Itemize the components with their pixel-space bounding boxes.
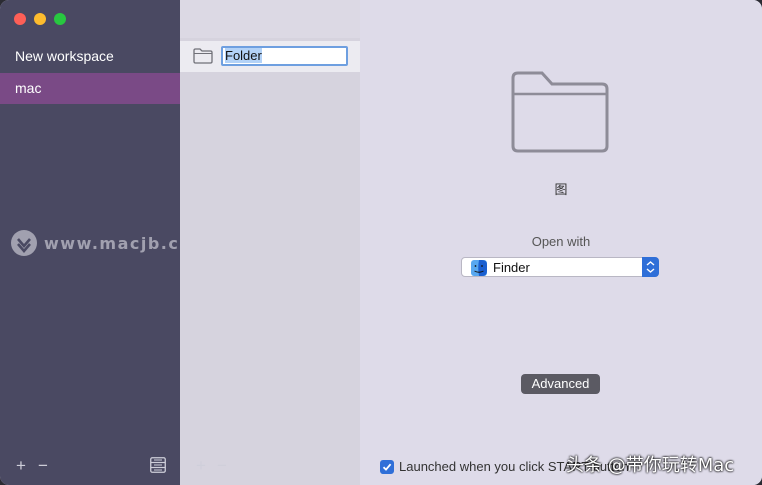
advanced-button[interactable]: Advanced: [521, 374, 600, 394]
plus-icon[interactable]: +: [16, 457, 26, 475]
watermark-logo-icon: [11, 230, 37, 256]
minimize-button[interactable]: [34, 13, 46, 25]
workspace-sidebar: New workspace mac + − www.macjb.com: [0, 0, 209, 485]
sidebar-toolbar: + −: [14, 457, 166, 475]
minus-icon[interactable]: −: [217, 457, 227, 475]
sidebar-item-new-workspace[interactable]: New workspace: [0, 41, 180, 72]
chevron-updown-icon[interactable]: [642, 257, 659, 277]
social-watermark: 头条 @带你玩转Mac: [566, 455, 735, 476]
folder-name-text: Folder: [225, 48, 262, 63]
list-icon[interactable]: [150, 457, 166, 478]
folder-name-field[interactable]: Folder: [221, 46, 348, 66]
list-header: [180, 0, 360, 38]
app-name: Finder: [493, 260, 530, 275]
detail-panel: 图 Open with Finder Advanced Launched whe…: [360, 0, 762, 485]
launch-checkbox[interactable]: [380, 459, 394, 474]
window-controls: [14, 13, 66, 25]
folder-icon: [193, 48, 213, 69]
finder-icon: [471, 260, 487, 281]
list-toolbar: + −: [196, 457, 256, 475]
item-name-label: 图: [554, 182, 568, 197]
open-with-label: Open with: [531, 234, 591, 249]
zoom-button[interactable]: [54, 13, 66, 25]
close-button[interactable]: [14, 13, 26, 25]
sidebar-item-label: mac: [15, 80, 42, 96]
open-with-select[interactable]: Finder: [461, 257, 659, 277]
minus-icon[interactable]: −: [38, 457, 48, 475]
list-item[interactable]: Folder: [180, 41, 360, 72]
sidebar-item-mac[interactable]: mac: [0, 73, 180, 104]
plus-icon[interactable]: +: [196, 457, 206, 475]
sidebar-item-label: New workspace: [15, 48, 114, 64]
app-window: New workspace mac + − www.macjb.com Fold…: [0, 0, 762, 485]
large-folder-icon: [510, 70, 610, 159]
item-list: Folder + −: [180, 0, 360, 485]
checkmark-icon: [382, 463, 392, 471]
